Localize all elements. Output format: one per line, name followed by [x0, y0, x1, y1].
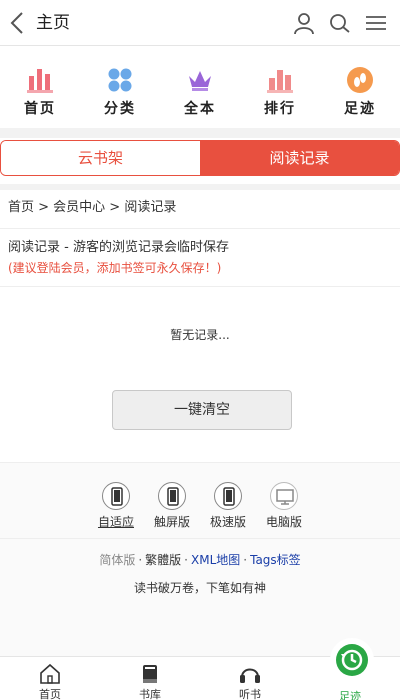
separator: ·	[138, 553, 143, 567]
phone-icon	[158, 482, 186, 510]
login-notice: (建议登陆会员，添加书签可永久保存！)	[8, 261, 222, 275]
bottom-nav-label: 首页	[39, 688, 61, 700]
ranking-icon	[267, 70, 293, 93]
version-label: 电脑版	[265, 515, 302, 529]
bar-chart-icon	[27, 69, 53, 93]
menu-icon[interactable]	[364, 11, 388, 35]
nav-item-label: 全本	[184, 101, 216, 117]
bottom-nav-label: 听书	[239, 688, 261, 700]
nav-item-ranking[interactable]: 排行	[240, 52, 320, 128]
tags-link[interactable]: Tags标签	[250, 553, 301, 567]
language-links: 简体版 · 繁體版 · XML地图 · Tags标签	[0, 551, 400, 568]
footprint-fab[interactable]	[332, 640, 372, 680]
empty-message: 暂无记录...	[170, 328, 230, 342]
nav-item-home[interactable]: 首页	[0, 52, 80, 128]
nav-item-complete[interactable]: 全本	[160, 52, 240, 128]
tab-bookshelf[interactable]: 云书架	[1, 141, 200, 175]
clear-all-button[interactable]: 一键清空	[112, 390, 292, 430]
simplified-link[interactable]: 简体版	[99, 553, 135, 567]
history-description: 阅读记录 - 游客的浏览记录会临时保存	[8, 240, 229, 255]
phone-icon	[102, 482, 130, 510]
site-slogan: 读书破万卷，下笔如有神	[133, 581, 266, 595]
bottom-nav-label: 书库	[139, 688, 161, 700]
grid-icon	[108, 68, 132, 92]
record-tabs: 云书架 阅读记录	[0, 140, 400, 176]
footprint-icon	[347, 67, 373, 93]
bottom-nav-home[interactable]: 首页	[0, 657, 100, 700]
book-icon	[143, 665, 157, 683]
monitor-icon	[270, 482, 298, 510]
main-nav: 首页 分类 全本 排行 足迹	[0, 52, 400, 128]
version-label: 自适应	[97, 515, 134, 529]
search-icon[interactable]	[328, 11, 352, 35]
section-divider	[0, 184, 400, 190]
xml-map-link[interactable]: XML地图	[191, 553, 240, 567]
traditional-link[interactable]: 繁體版	[145, 553, 181, 567]
divider	[0, 286, 400, 287]
page-title: 主页	[36, 13, 70, 33]
top-header: 主页	[0, 0, 400, 46]
breadcrumb: 首页 > 会员中心 > 阅读记录	[8, 200, 177, 215]
divider	[0, 538, 400, 539]
version-label: 极速版	[209, 515, 246, 529]
back-arrow-icon[interactable]	[6, 10, 30, 36]
user-icon[interactable]	[292, 11, 316, 35]
nav-item-category[interactable]: 分类	[80, 52, 160, 128]
home-icon	[40, 663, 60, 684]
tab-reading-history[interactable]: 阅读记录	[200, 141, 399, 175]
nav-item-label: 排行	[264, 101, 296, 117]
bottom-nav-library[interactable]: 书库	[100, 657, 200, 700]
separator: ·	[243, 553, 248, 567]
headphones-icon	[240, 668, 260, 683]
bottom-nav-label: 足迹	[339, 690, 361, 700]
nav-item-footprint[interactable]: 足迹	[320, 52, 400, 128]
divider	[0, 228, 400, 229]
phone-icon	[214, 482, 242, 510]
version-switcher: 自适应 触屏版 极速版 电脑版	[0, 478, 400, 534]
history-icon	[336, 644, 368, 676]
section-divider	[0, 128, 400, 138]
crown-icon	[189, 71, 211, 91]
bottom-nav-audiobook[interactable]: 听书	[200, 657, 300, 700]
nav-item-label: 足迹	[344, 101, 376, 117]
version-label: 触屏版	[153, 515, 190, 529]
nav-item-label: 首页	[24, 101, 56, 117]
separator: ·	[184, 553, 188, 567]
nav-item-label: 分类	[104, 101, 136, 117]
